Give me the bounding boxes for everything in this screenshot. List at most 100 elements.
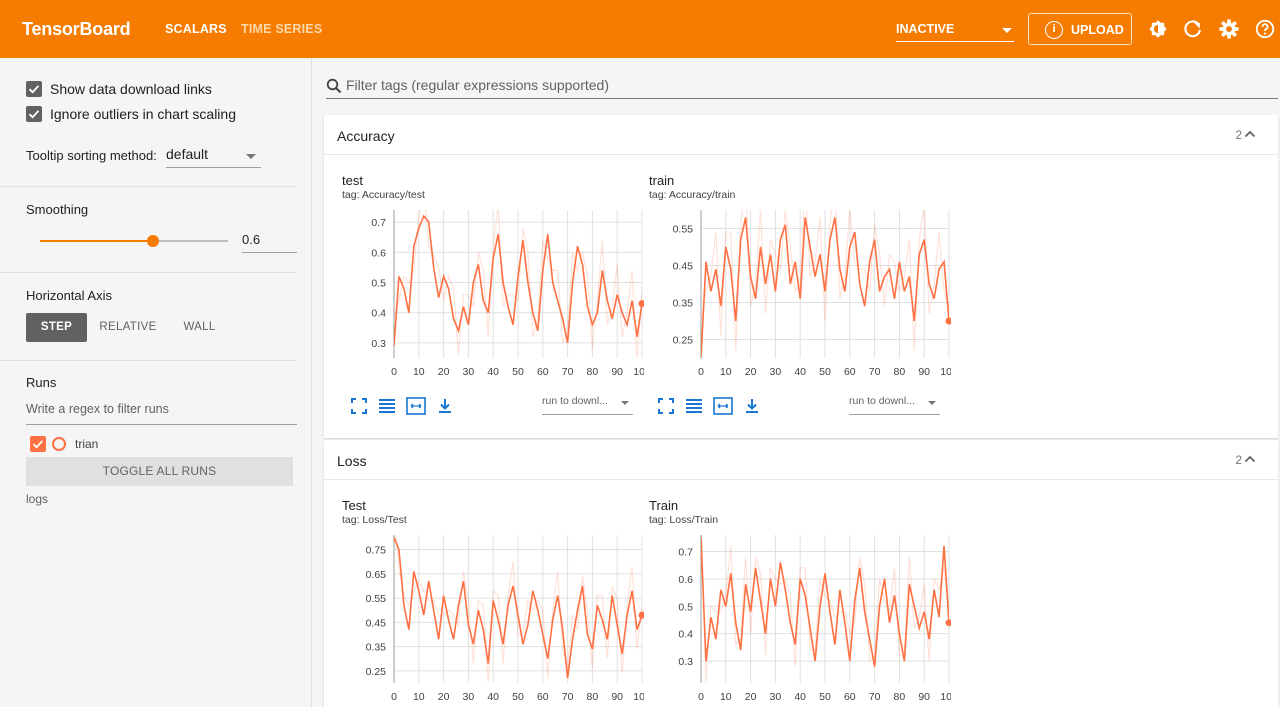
x-tick-label: 30 <box>463 691 475 703</box>
horizontal-axis-label: Horizontal Axis <box>26 288 112 303</box>
app-title: TensorBoard <box>22 19 131 39</box>
fullscreen-icon[interactable] <box>350 397 368 415</box>
y-tick-label: 0.4 <box>371 308 386 320</box>
chart-accuracy-test[interactable]: 0 10 20 30 40 50 60 70 80 90 100 0.3 0.4 0.5 0.6 0.7 <box>344 210 644 390</box>
ignore-outliers-label: Ignore outliers in chart scaling <box>50 106 236 122</box>
plot-title: Train <box>649 498 679 513</box>
help-icon[interactable] <box>1254 18 1276 40</box>
top-app-bar: TensorBoard SCALARS TIME SERIES INACTIVE… <box>0 0 1280 58</box>
y-tick-label: 0.45 <box>366 617 387 629</box>
x-tick-label: 40 <box>794 691 806 703</box>
logdir-label: logs <box>26 492 49 506</box>
run-name: trian <box>75 437 99 451</box>
plot-toolbar: run to downl... <box>350 395 642 417</box>
sidebar: Show data download links Ignore outliers… <box>0 58 312 707</box>
x-tick-label: 30 <box>463 366 475 378</box>
upload-button[interactable]: i UPLOAD <box>1028 13 1132 45</box>
ignore-outliers-checkbox[interactable] <box>26 106 42 122</box>
run-filter-input[interactable]: Write a regex to filter runs <box>26 402 297 425</box>
y-tick-label: 0.7 <box>678 546 693 558</box>
y-tick-label: 0.5 <box>678 601 693 613</box>
category-header[interactable]: Loss 2 <box>324 440 1278 480</box>
x-tick-label: 20 <box>438 691 450 703</box>
y-tick-label: 0.5 <box>371 277 386 289</box>
theme-icon[interactable] <box>1147 18 1169 40</box>
x-tick-label: 50 <box>512 366 524 378</box>
x-tick-label: 50 <box>819 691 831 703</box>
tooltip-sort-select[interactable]: default <box>166 146 261 168</box>
divider <box>0 186 296 187</box>
run-checkbox[interactable] <box>30 436 46 452</box>
toggle-all-runs-button[interactable]: TOGGLE ALL RUNS <box>26 457 293 486</box>
chart-loss-test[interactable]: 0 10 20 30 40 50 60 70 80 90 100 0.25 0.35 0.45 0.55 0.… <box>344 535 644 707</box>
settings-icon[interactable] <box>1218 18 1240 40</box>
plot-tag: tag: Loss/Test <box>342 514 407 526</box>
tag-filter-input[interactable]: Filter tags (regular expressions support… <box>326 76 1278 99</box>
x-tick-label: 0 <box>698 691 704 703</box>
plot-title: Test <box>342 498 366 513</box>
download-icon[interactable] <box>436 397 454 415</box>
category-card-loss: Loss 2 Test tag: Loss/Test 0 10 20 30 40 50 60… <box>324 440 1278 707</box>
chevron-down-icon <box>1002 28 1012 33</box>
tab-scalars[interactable]: SCALARS <box>165 22 227 36</box>
x-tick-label: 50 <box>819 366 831 378</box>
chart-loss-train[interactable]: 0 10 20 30 40 50 60 70 80 90 100 0.3 0.4 0.5 0.6 0.7 <box>651 535 951 707</box>
category-count: 2 <box>1235 453 1242 467</box>
y-tick-label: 0.45 <box>673 261 694 273</box>
chevron-up-icon[interactable] <box>1244 453 1256 465</box>
last-point <box>945 317 951 325</box>
smoothing-slider-fill <box>40 240 153 242</box>
x-tick-label: 100 <box>940 691 951 703</box>
divider <box>0 360 296 361</box>
x-tick-label: 0 <box>391 691 397 703</box>
download-icon[interactable] <box>743 397 761 415</box>
axis-step-button[interactable]: STEP <box>26 313 87 342</box>
plot-title: train <box>649 173 675 188</box>
fit-domain-icon[interactable] <box>713 397 733 415</box>
show-download-links-checkbox[interactable] <box>26 81 42 97</box>
x-tick-label: 30 <box>770 691 782 703</box>
x-tick-label: 70 <box>562 691 574 703</box>
x-tick-label: 30 <box>770 366 782 378</box>
chevron-up-icon[interactable] <box>1244 128 1256 140</box>
run-download-select[interactable]: run to downl... <box>849 395 940 415</box>
x-tick-label: 40 <box>487 366 499 378</box>
y-tick-label: 0.6 <box>678 574 693 586</box>
tab-time-series[interactable]: TIME SERIES <box>241 22 322 36</box>
category-header[interactable]: Accuracy 2 <box>324 115 1278 155</box>
smoothing-input[interactable]: 0.6 <box>242 230 297 253</box>
info-icon: i <box>1045 21 1063 39</box>
run-download-select[interactable]: run to downl... <box>542 395 633 415</box>
x-tick-label: 10 <box>413 691 425 703</box>
x-tick-label: 90 <box>918 366 930 378</box>
run-download-label: run to downl... <box>849 395 915 407</box>
x-tick-label: 50 <box>512 691 524 703</box>
run-color-icon[interactable] <box>52 437 66 451</box>
last-point <box>638 300 644 308</box>
refresh-icon[interactable] <box>1182 18 1204 40</box>
smoothing-slider-thumb[interactable] <box>146 235 159 247</box>
x-tick-label: 90 <box>611 691 623 703</box>
x-tick-label: 90 <box>918 691 930 703</box>
x-tick-label: 40 <box>487 691 499 703</box>
plot-tag: tag: Accuracy/train <box>649 189 736 201</box>
x-tick-label: 10 <box>720 366 732 378</box>
toggle-y-log-icon[interactable] <box>685 397 703 415</box>
toggle-y-log-icon[interactable] <box>378 397 396 415</box>
x-tick-label: 80 <box>587 366 599 378</box>
x-tick-label: 100 <box>633 366 644 378</box>
y-tick-label: 0.55 <box>366 593 387 605</box>
upload-label: UPLOAD <box>1071 23 1124 37</box>
axis-wall-button[interactable]: WALL <box>172 313 227 342</box>
fullscreen-icon[interactable] <box>657 397 675 415</box>
plugin-status-dropdown[interactable]: INACTIVE <box>896 18 1014 42</box>
y-tick-label: 0.4 <box>678 629 693 641</box>
x-tick-label: 0 <box>698 366 704 378</box>
y-tick-label: 0.6 <box>371 247 386 259</box>
x-tick-label: 0 <box>391 366 397 378</box>
axis-relative-button[interactable]: RELATIVE <box>95 313 161 342</box>
chart-accuracy-train[interactable]: 0 10 20 30 40 50 60 70 80 90 100 0.25 0.35 0.45 0.55 <box>651 210 951 390</box>
smoothing-slider[interactable] <box>40 235 228 247</box>
fit-domain-icon[interactable] <box>406 397 426 415</box>
x-tick-label: 70 <box>869 691 881 703</box>
